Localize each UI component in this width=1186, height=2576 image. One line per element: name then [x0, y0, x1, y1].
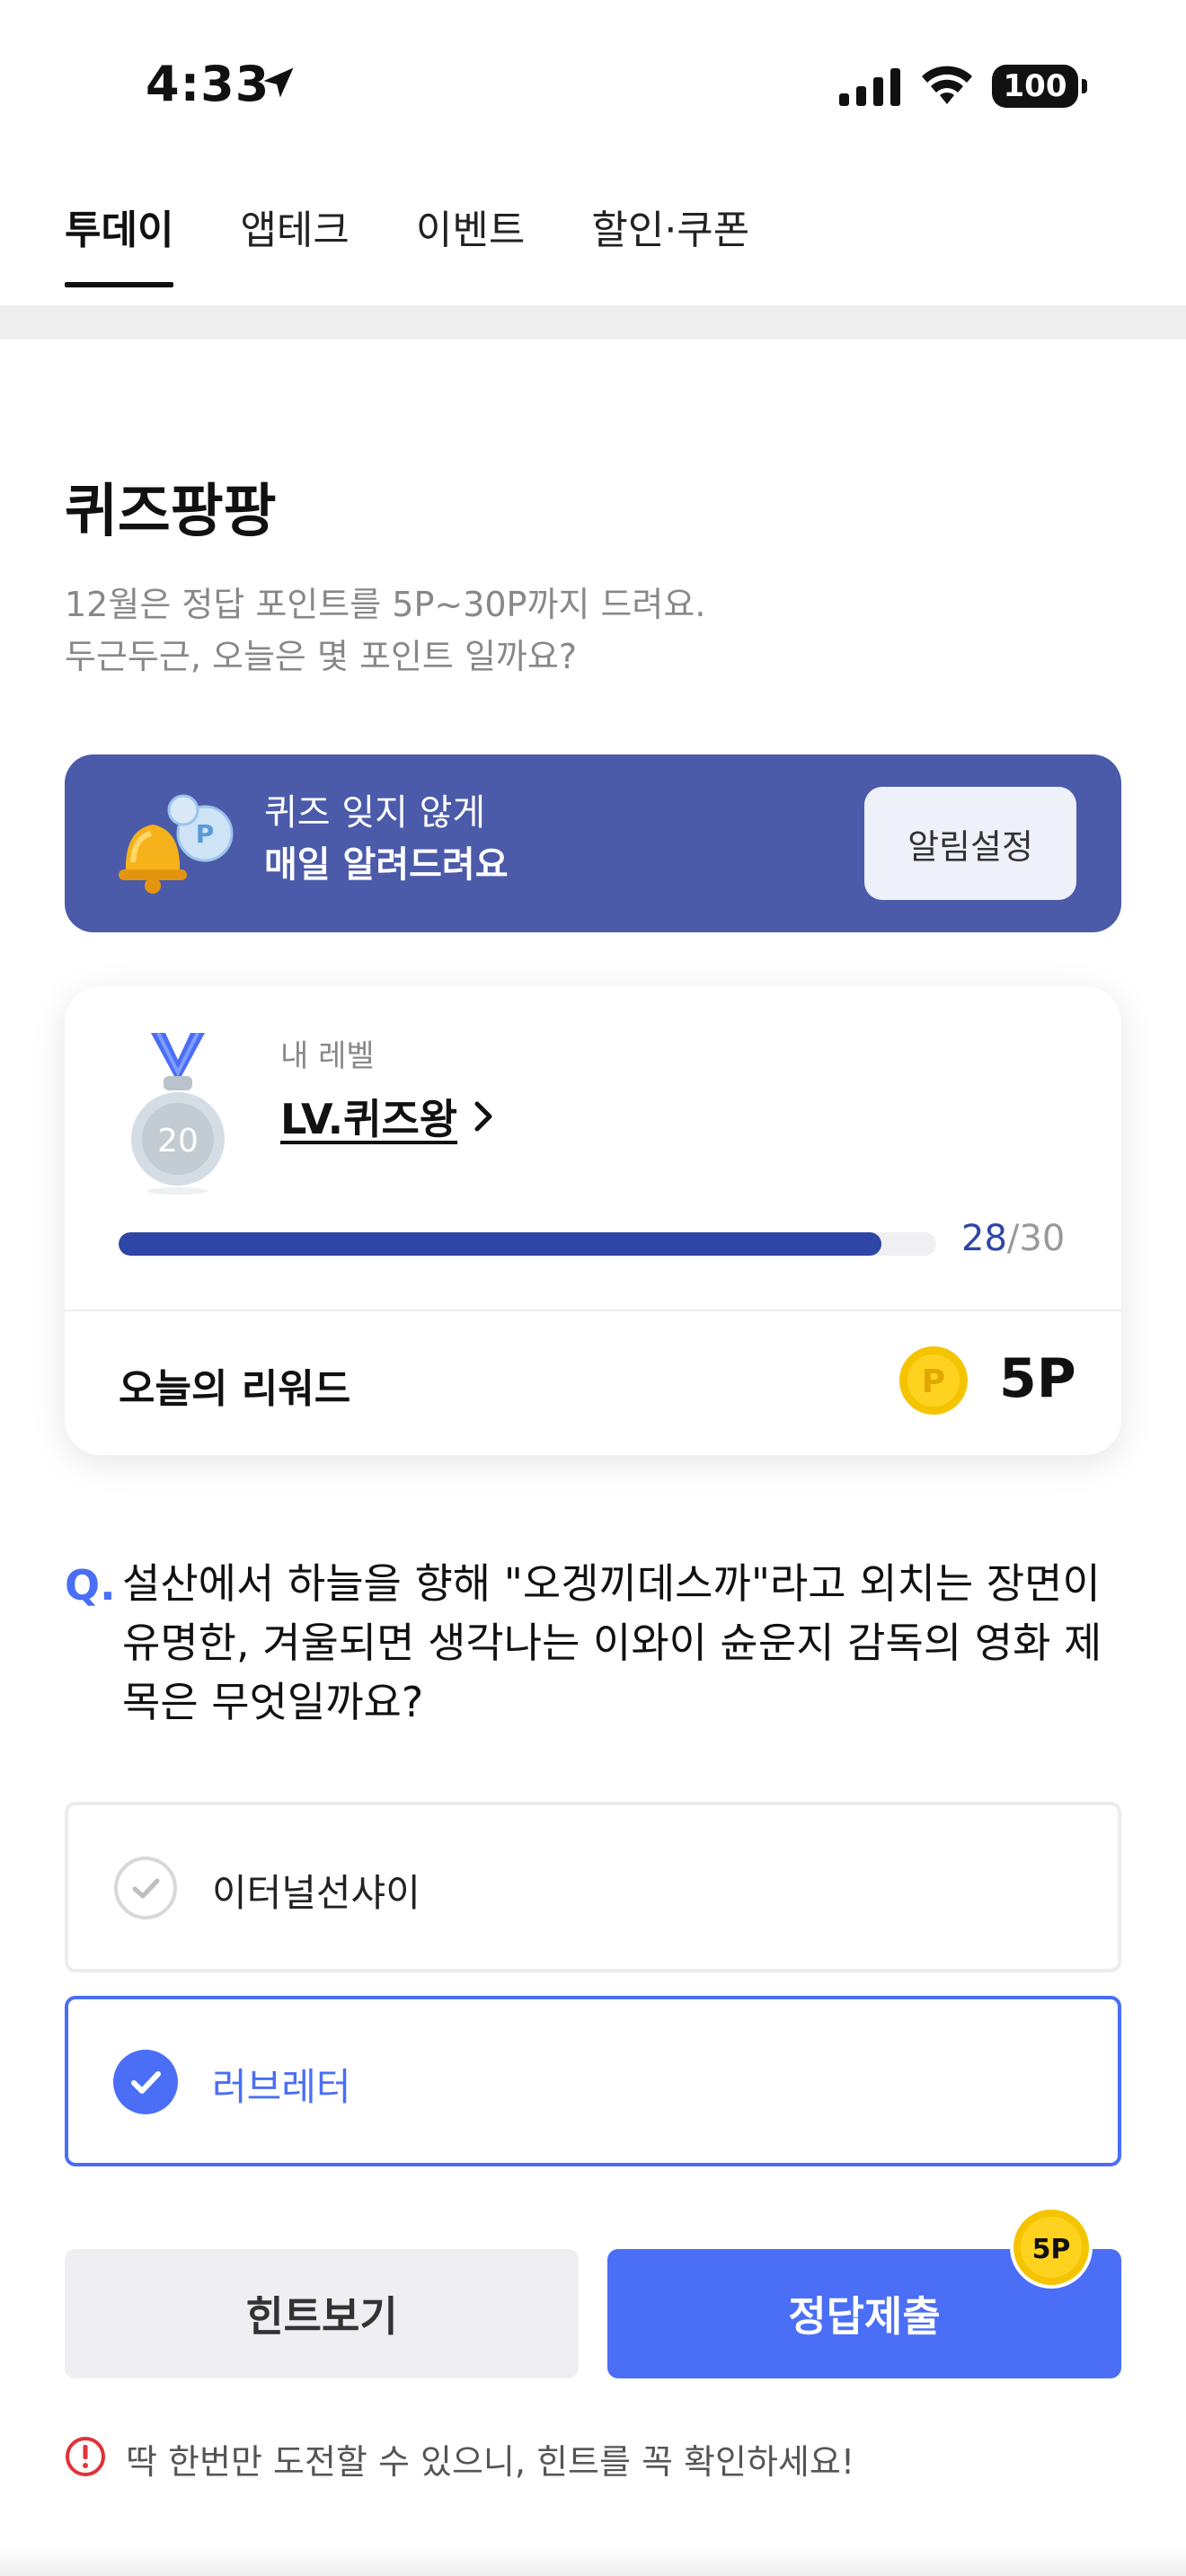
warning-icon: [66, 2437, 105, 2476]
level-progress-bar: [119, 1232, 936, 1256]
reward-badge-coin-icon: 5P: [1010, 2206, 1093, 2289]
level-progress-fill: [119, 1232, 882, 1256]
svg-text:P: P: [196, 819, 215, 849]
section-divider: [0, 305, 1186, 340]
today-reward-label: 오늘의 리워드: [119, 1366, 351, 1412]
coin-icon: P: [899, 1346, 968, 1415]
banner-line-1: 퀴즈 잊지 않게: [264, 792, 486, 834]
question-text: 설산에서 하늘을 향해 "오겡끼데스까"라고 외치는 장면이 유명한, 겨울되면…: [122, 1559, 1102, 1726]
top-tab-bar: 투데이 앱테크 이벤트 할인·쿠폰: [65, 198, 749, 287]
banner-line-2: 매일 알려드려요: [264, 844, 509, 886]
subtitle-line-1: 12월은 정답 포인트를 5P~30P까지 드려요.: [65, 585, 706, 624]
tab-event[interactable]: 이벤트: [416, 198, 525, 287]
today-reward-value: 5P: [999, 1347, 1076, 1410]
tab-today[interactable]: 투데이: [65, 198, 174, 287]
reward-badge-text: 5P: [1032, 2234, 1071, 2265]
bottom-edge: [0, 2547, 1186, 2576]
medal-number: 20: [157, 1123, 199, 1160]
page-subtitle: 12월은 정답 포인트를 5P~30P까지 드려요. 두근두근, 오늘은 몇 포…: [65, 578, 705, 683]
level-name-link[interactable]: LV.퀴즈왕: [280, 1087, 497, 1146]
notice-text: 딱 한번만 도전할 수 있으니, 힌트를 꼭 확인하세요!: [126, 2442, 855, 2482]
coin-letter: P: [922, 1363, 945, 1400]
banner-text: 퀴즈 잊지 않게 매일 알려드려요: [264, 787, 509, 891]
status-time: 4:33: [146, 56, 270, 112]
hint-button[interactable]: 힌트보기: [65, 2249, 579, 2378]
wifi-icon: [922, 66, 972, 104]
level-name: LV.퀴즈왕: [280, 1095, 458, 1143]
answer-option-2[interactable]: 러브레터: [65, 1996, 1121, 2166]
progress-total: /30: [1006, 1218, 1066, 1259]
bell-coin-icon: P: [119, 794, 234, 894]
my-level-label: 내 레벨: [280, 1038, 375, 1074]
location-arrow-icon: [263, 67, 294, 98]
checked-circle-icon: [113, 2050, 178, 2114]
unchecked-circle-icon: [114, 1857, 177, 1919]
level-progress-text: 28/30: [961, 1218, 1065, 1259]
answer-option-label: 이터널선샤이: [212, 1871, 420, 1915]
tab-discount-coupon[interactable]: 할인·쿠폰: [591, 198, 749, 287]
battery-indicator: 100: [992, 65, 1087, 108]
card-divider: [65, 1310, 1121, 1311]
question-prefix: Q.: [65, 1561, 116, 1610]
subtitle-line-2: 두근두근, 오늘은 몇 포인트 일까요?: [65, 637, 578, 676]
chevron-right-icon: [474, 1101, 492, 1132]
tab-apptech[interactable]: 앱테크: [240, 198, 349, 287]
answer-option-label: 러브레터: [212, 2065, 351, 2109]
page-title: 퀴즈팡팡: [65, 479, 277, 545]
medal-icon: 20: [131, 1033, 225, 1195]
cellular-signal-icon: [839, 68, 900, 106]
progress-current: 28: [961, 1218, 1007, 1259]
alarm-settings-button[interactable]: 알림설정: [864, 787, 1076, 900]
answer-option-1[interactable]: 이터널선샤이: [65, 1802, 1121, 1972]
